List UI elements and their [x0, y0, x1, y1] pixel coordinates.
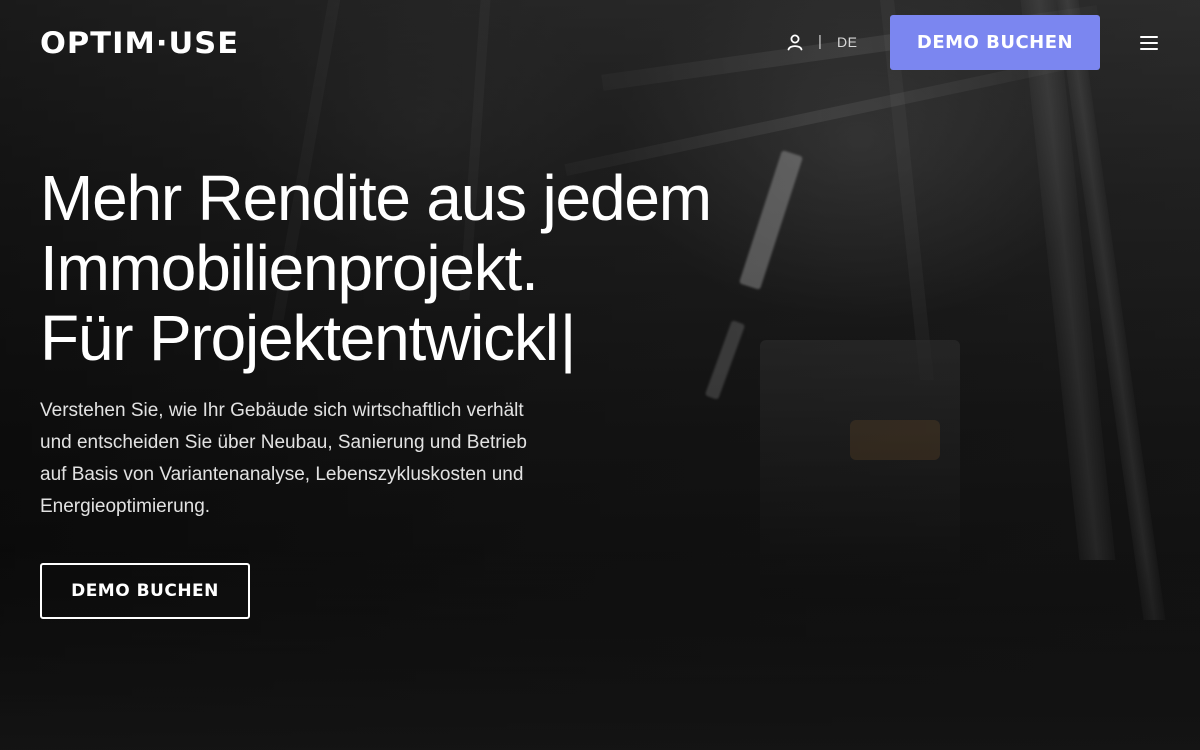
site-header: OPTIM·USE | DE DEMO BUCHEN [0, 0, 1200, 86]
hero-title-line: Immobilienprojekt. [40, 232, 539, 304]
hero-demo-button[interactable]: DEMO BUCHEN [40, 563, 250, 619]
user-icon[interactable] [786, 33, 804, 51]
hero-background-image [0, 0, 1200, 750]
hero-title-typing-text: Für Projektentwickl [40, 302, 559, 374]
hamburger-menu-icon[interactable] [1140, 34, 1160, 52]
header-demo-button[interactable]: DEMO BUCHEN [890, 15, 1100, 70]
hero-description: Verstehen Sie, wie Ihr Gebäude sich wirt… [40, 400, 527, 517]
hero-title: Mehr Rendite aus jedem Immobilienprojekt… [40, 163, 800, 373]
hero-title-line: Für Projektentwickl| [40, 303, 800, 373]
header-divider: | [818, 33, 822, 50]
logo[interactable]: OPTIM·USE [40, 28, 239, 58]
hero-title-line: Mehr Rendite aus jedem [40, 162, 712, 234]
language-switcher[interactable]: DE [837, 33, 857, 51]
typing-cursor: | [559, 302, 577, 374]
